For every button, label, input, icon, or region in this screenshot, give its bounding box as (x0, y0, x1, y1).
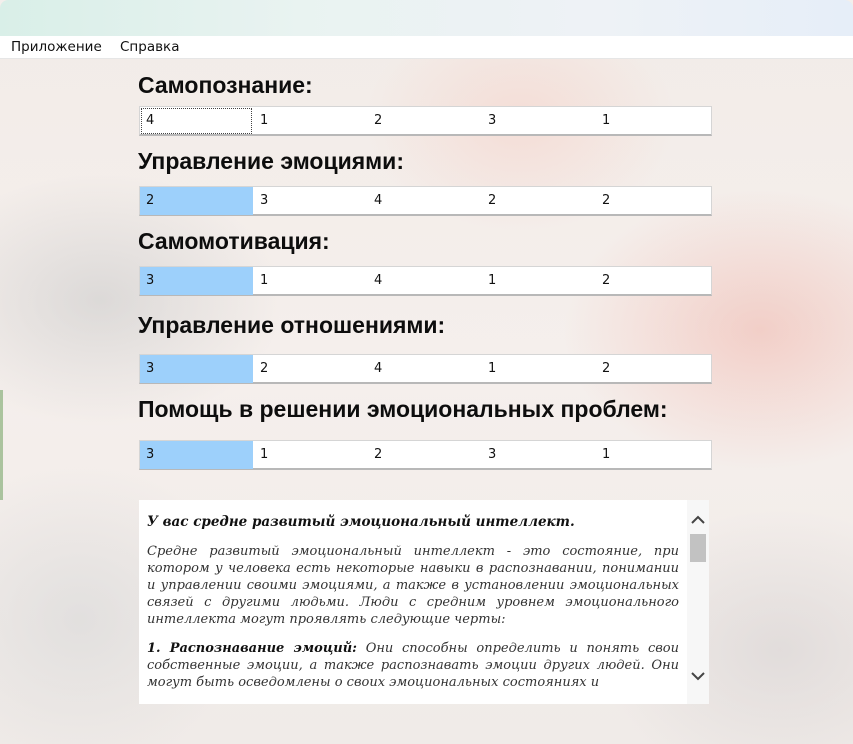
result-text-content: У вас средне развитый эмоциональный инте… (147, 514, 679, 703)
chevron-down-icon[interactable] (690, 668, 706, 684)
app-window: Приложение Справка Самопознание: 4 1 2 3… (0, 0, 853, 744)
answer-cell[interactable]: 4 (368, 267, 481, 295)
result-list-item: 1. Распознавание эмоций: Они способны оп… (147, 640, 679, 691)
window-edge-decoration (0, 390, 3, 500)
answer-cell[interactable]: 2 (596, 187, 709, 215)
answer-cell[interactable]: 1 (482, 267, 595, 295)
menu-item-app[interactable]: Приложение (11, 39, 102, 55)
answer-cell[interactable]: 2 (596, 267, 709, 295)
answer-cell[interactable]: 4 (140, 107, 253, 135)
text-fade (139, 690, 687, 704)
scrollbar-thumb[interactable] (690, 534, 706, 562)
result-list-item-title: 1. Распознавание эмоций: (147, 641, 357, 656)
answer-cell[interactable]: 1 (254, 107, 367, 135)
answer-cell[interactable]: 2 (596, 355, 709, 383)
answer-cell[interactable]: 1 (254, 267, 367, 295)
answer-row-emotion-management[interactable]: 2 3 4 2 2 (139, 186, 712, 216)
answer-cell[interactable]: 1 (254, 441, 367, 469)
answer-cell[interactable]: 3 (140, 441, 253, 469)
answer-cell[interactable]: 1 (482, 355, 595, 383)
answer-row-self-motivation[interactable]: 3 1 4 1 2 (139, 266, 712, 296)
answer-cell[interactable]: 2 (368, 107, 481, 135)
answer-cell[interactable]: 3 (482, 107, 595, 135)
menu-bar: Приложение Справка (0, 36, 853, 59)
section-heading-self-motivation: Самомотивация: (138, 228, 330, 254)
answer-cell[interactable]: 4 (368, 355, 481, 383)
answer-cell[interactable]: 2 (254, 355, 367, 383)
menu-item-help[interactable]: Справка (120, 39, 179, 55)
section-heading-emotion-management: Управление эмоциями: (138, 148, 404, 174)
answer-cell[interactable]: 3 (140, 355, 253, 383)
section-heading-emotional-help: Помощь в решении эмоциональных проблем: (138, 396, 668, 422)
result-title: У вас средне развитый эмоциональный инте… (147, 514, 575, 530)
result-text-box[interactable]: У вас средне развитый эмоциональный инте… (139, 500, 709, 704)
answer-cell[interactable]: 3 (482, 441, 595, 469)
section-heading-relationship-management: Управление отношениями: (138, 312, 446, 338)
answer-cell[interactable]: 1 (596, 107, 709, 135)
answer-cell[interactable]: 2 (140, 187, 253, 215)
answer-cell[interactable]: 3 (254, 187, 367, 215)
answer-cell[interactable]: 4 (368, 187, 481, 215)
answer-row-relationship-management[interactable]: 3 2 4 1 2 (139, 354, 712, 384)
answer-cell[interactable]: 2 (368, 441, 481, 469)
answer-cell[interactable]: 3 (140, 267, 253, 295)
title-bar[interactable] (0, 0, 853, 36)
vertical-scrollbar[interactable] (687, 500, 709, 704)
result-paragraph: Средне развитый эмоциональный интеллект … (147, 544, 679, 627)
answer-row-emotional-help[interactable]: 3 1 2 3 1 (139, 440, 712, 470)
section-heading-self-awareness: Самопознание: (138, 72, 313, 98)
chevron-up-icon[interactable] (690, 512, 706, 528)
answer-row-self-awareness[interactable]: 4 1 2 3 1 (139, 106, 712, 136)
answer-cell[interactable]: 1 (596, 441, 709, 469)
answer-cell[interactable]: 2 (482, 187, 595, 215)
